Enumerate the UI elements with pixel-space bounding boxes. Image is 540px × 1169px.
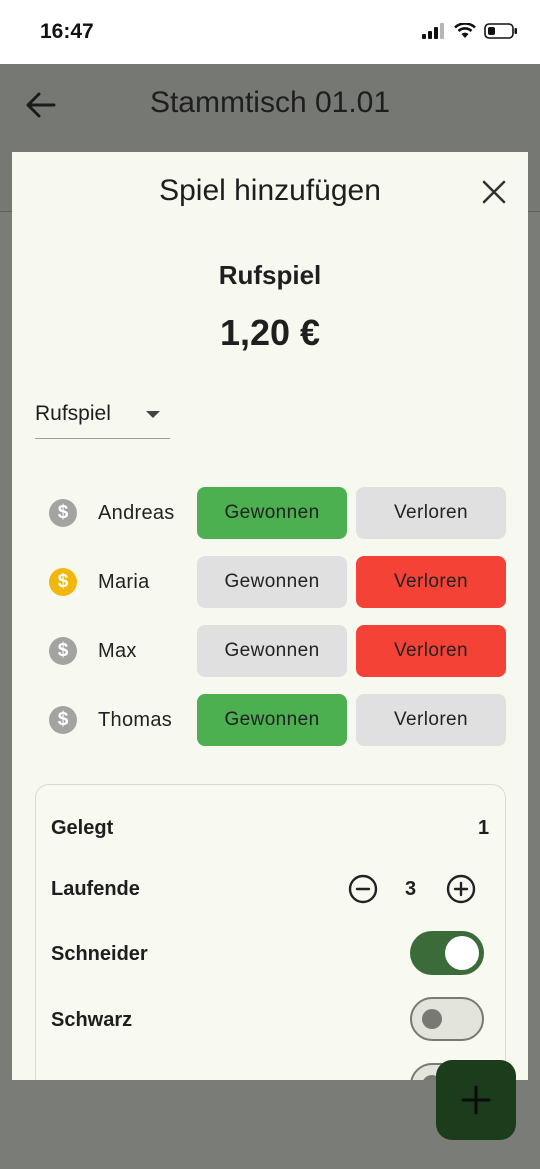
- player-name: Max: [98, 640, 137, 662]
- add-game-dialog: Spiel hinzufügen Rufspiel 1,20 € Rufspie…: [12, 152, 528, 1080]
- schneider-toggle[interactable]: [410, 931, 484, 975]
- player-row: $ Thomas Gewonnen Verloren: [12, 694, 528, 746]
- game-options-card: Gelegt 1 Laufende 3 Schneider Schwarz: [35, 784, 506, 1080]
- cellular-signal-icon: [422, 23, 444, 39]
- minus-circle-icon[interactable]: [348, 874, 378, 904]
- laufende-label: Laufende: [51, 878, 140, 900]
- player-row: $ Maria Gewonnen Verloren: [12, 556, 528, 608]
- caret-down-icon: [146, 411, 160, 418]
- dollar-coin-icon: $: [49, 499, 77, 527]
- plus-circle-icon[interactable]: [446, 874, 476, 904]
- status-bar: 16:47: [0, 0, 540, 64]
- page-title: Stammtisch 01.01: [149, 86, 391, 119]
- player-row: $ Andreas Gewonnen Verloren: [12, 487, 528, 539]
- close-icon[interactable]: [480, 178, 508, 206]
- lost-button[interactable]: Verloren: [356, 694, 506, 746]
- schneider-label: Schneider: [51, 943, 148, 965]
- game-type-heading: Rufspiel: [218, 260, 322, 290]
- gelegt-label: Gelegt: [51, 817, 114, 839]
- status-icons: [422, 23, 518, 39]
- lost-button[interactable]: Verloren: [356, 625, 506, 677]
- won-button[interactable]: Gewonnen: [197, 625, 347, 677]
- game-amount: 1,20 €: [219, 312, 321, 353]
- won-button[interactable]: Gewonnen: [197, 556, 347, 608]
- won-button[interactable]: Gewonnen: [197, 487, 347, 539]
- schwarz-toggle[interactable]: [410, 997, 484, 1041]
- wifi-icon: [454, 23, 476, 38]
- dollar-coin-icon: $: [49, 637, 77, 665]
- lost-button[interactable]: Verloren: [356, 556, 506, 608]
- dollar-coin-icon: $: [49, 568, 77, 596]
- battery-icon: [484, 23, 517, 39]
- status-time: 16:47: [40, 20, 94, 43]
- game-type-select-value: Rufspiel: [35, 402, 111, 425]
- player-name: Andreas: [98, 502, 175, 524]
- player-name: Maria: [98, 571, 150, 593]
- dialog-title: Spiel hinzufügen: [159, 174, 381, 207]
- game-type-select[interactable]: Rufspiel: [35, 398, 170, 439]
- player-name: Thomas: [98, 709, 173, 731]
- dollar-coin-icon: $: [49, 706, 77, 734]
- won-button[interactable]: Gewonnen: [197, 694, 347, 746]
- schwarz-label: Schwarz: [51, 1009, 133, 1031]
- lost-button[interactable]: Verloren: [356, 487, 506, 539]
- plus-icon: [461, 1085, 491, 1115]
- gelegt-value: 1: [478, 817, 490, 839]
- laufende-value: 3: [405, 878, 417, 900]
- player-row: $ Max Gewonnen Verloren: [12, 625, 528, 677]
- add-fab-button[interactable]: [436, 1060, 516, 1140]
